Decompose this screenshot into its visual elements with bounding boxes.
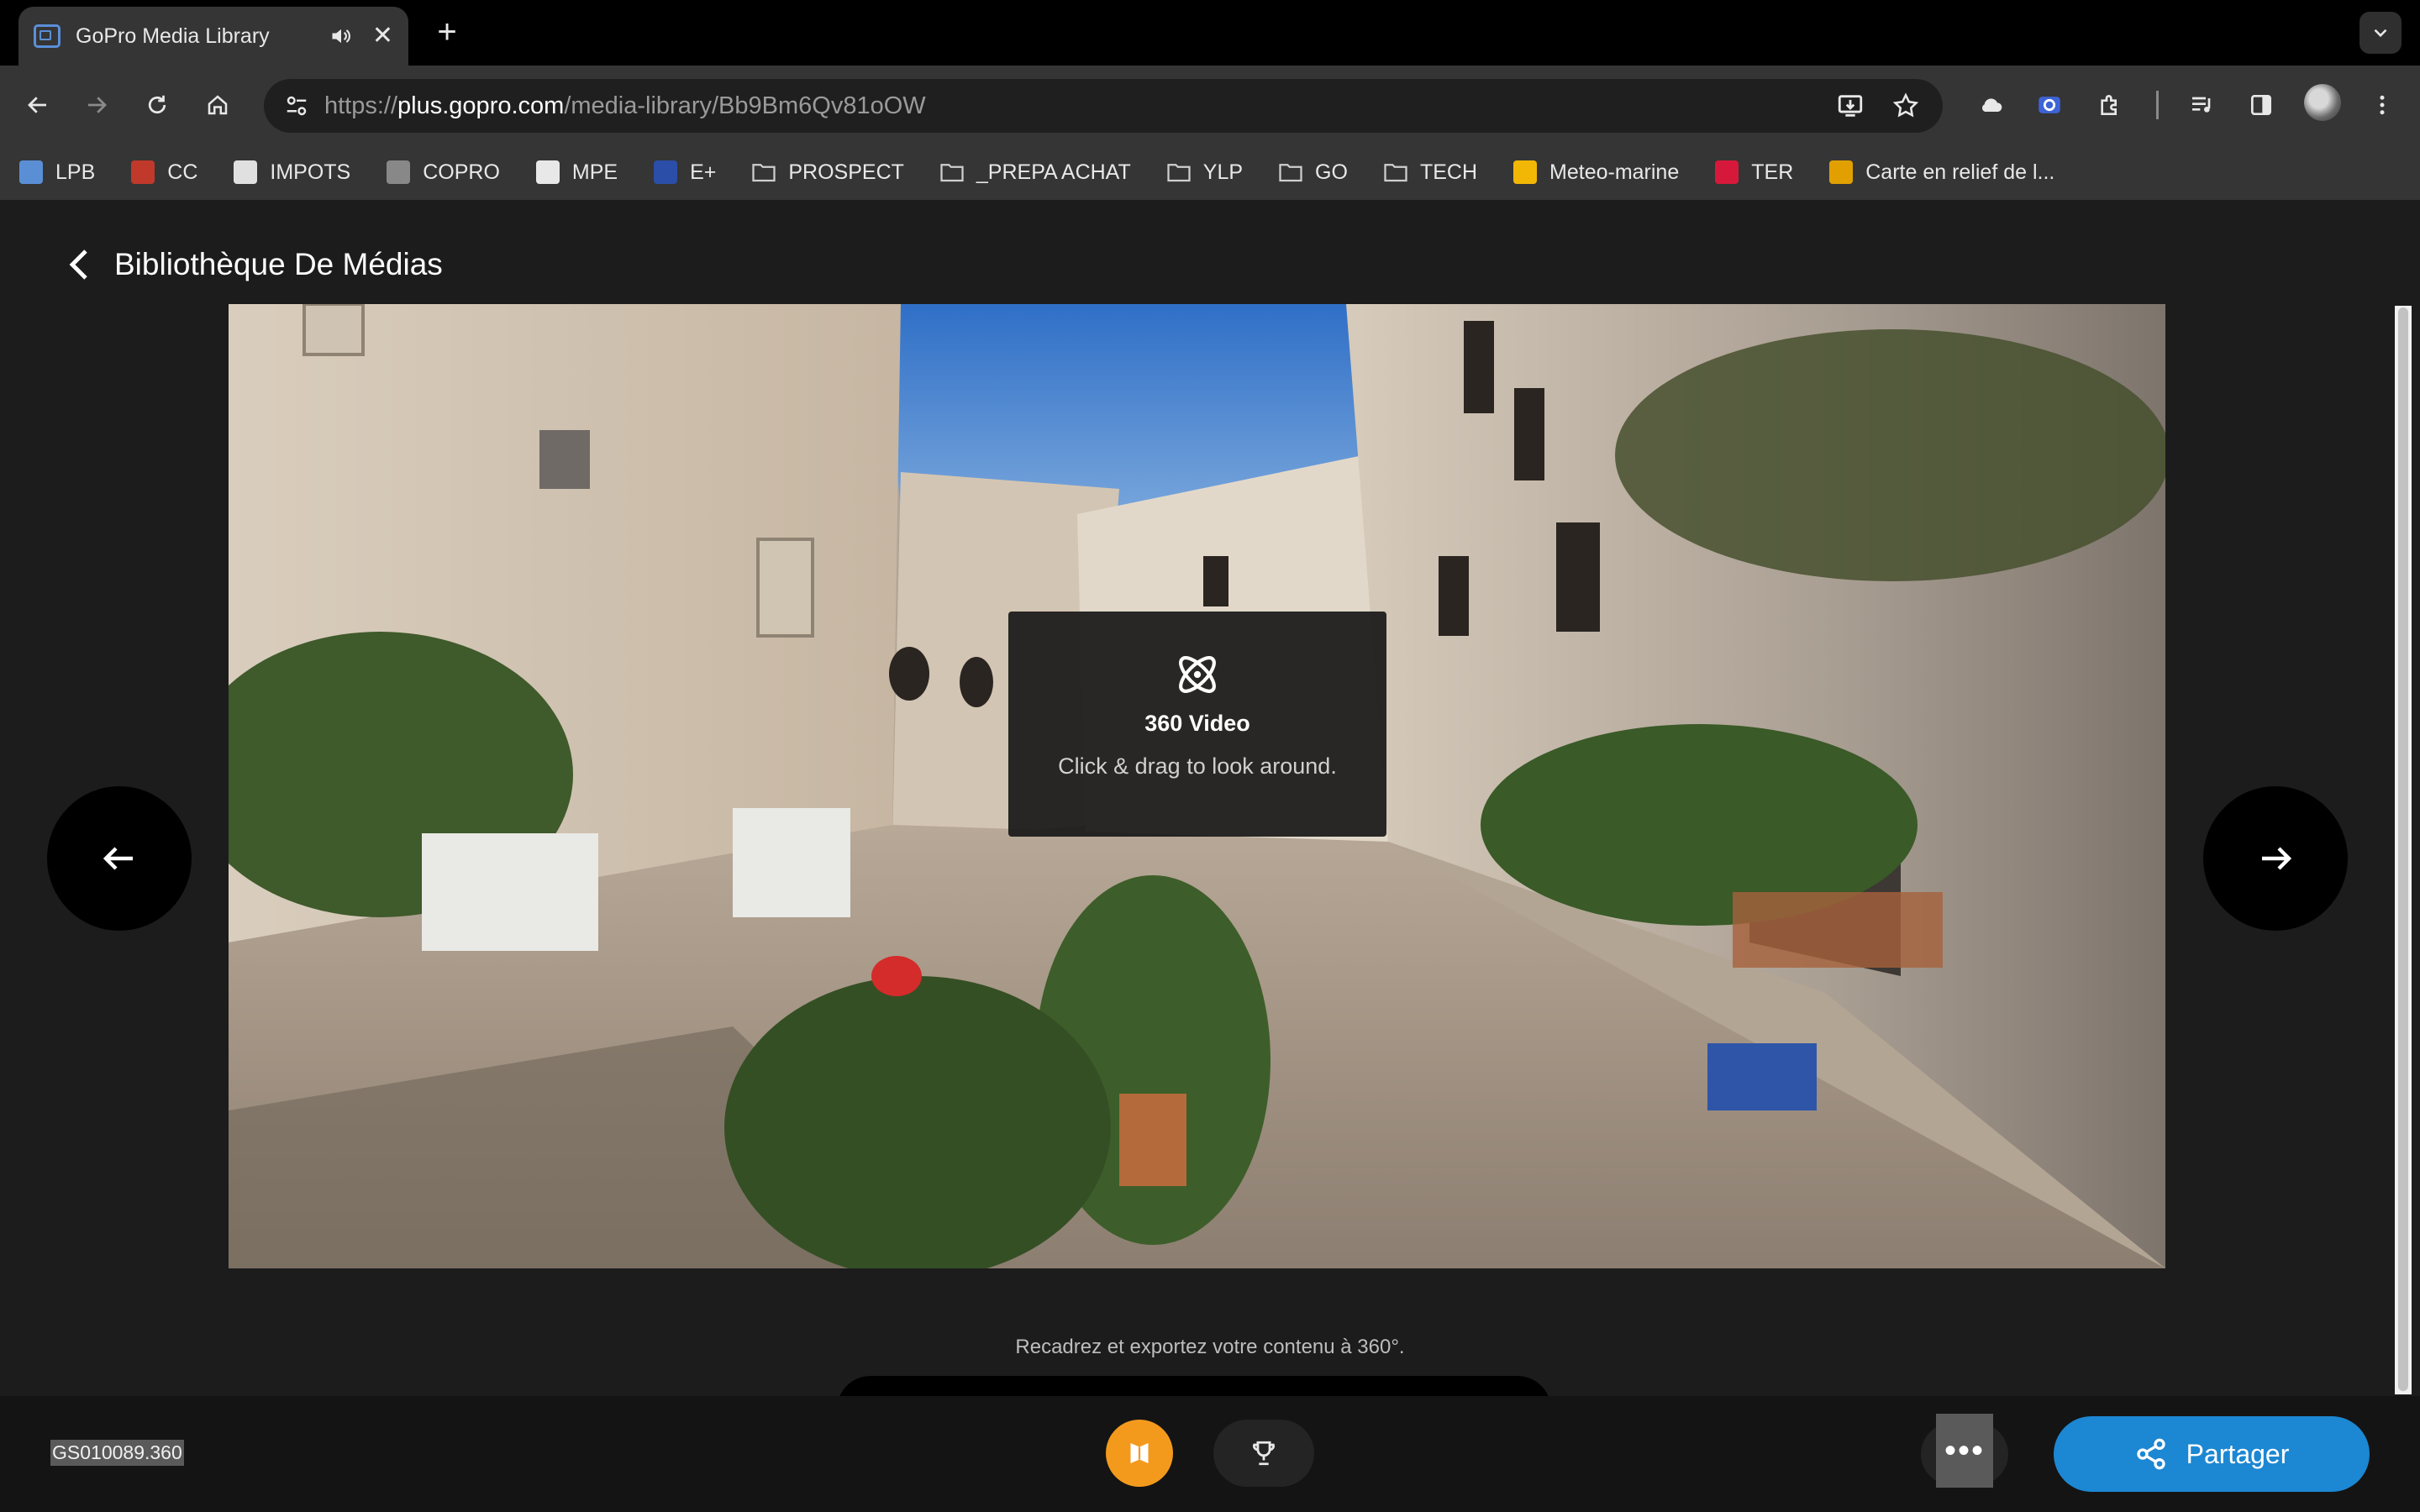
toolbar-separator — [2156, 91, 2159, 119]
media-action-bar: GS010089.360 ••• Partager — [0, 1396, 2420, 1512]
trophy-icon — [1253, 1441, 1275, 1466]
highlight-button[interactable] — [1106, 1420, 1173, 1487]
back-arrow-icon[interactable] — [17, 84, 59, 126]
bookmark-e[interactable]: E+ — [653, 160, 716, 185]
close-icon[interactable]: ✕ — [372, 24, 393, 49]
bookmark-label: GO — [1315, 160, 1348, 184]
bookmark-label: E+ — [690, 160, 717, 184]
bookmark-label: MPE — [571, 160, 618, 184]
bookmark-label: YLP — [1202, 160, 1244, 184]
more-options-button[interactable]: ••• — [1921, 1414, 2008, 1488]
media-control-icon[interactable] — [2181, 84, 2223, 126]
fnac-icon — [1828, 160, 1854, 184]
page-scrollbar[interactable] — [2395, 306, 2412, 1394]
extensions-puzzle-icon[interactable] — [2089, 84, 2131, 126]
browser-menu-kebab-icon[interactable] — [2361, 84, 2403, 126]
forward-arrow-icon[interactable] — [76, 84, 118, 126]
bookmark-label: Carte en relief de l... — [1865, 160, 2055, 184]
bookmark-carte-en-relief-de-l[interactable]: Carte en relief de l... — [1828, 160, 2054, 185]
bookmark-label: LPB — [55, 160, 96, 184]
bookmark-label: IMPOTS — [270, 160, 351, 184]
bookmark-label: CC — [167, 160, 198, 184]
side-panel-icon[interactable] — [2240, 84, 2282, 126]
sncf-icon — [1714, 160, 1739, 184]
bookmark-go[interactable]: GO — [1278, 160, 1348, 185]
bookmark-lpb[interactable]: LPB — [18, 160, 95, 185]
bookmark-cc[interactable]: CC — [130, 160, 197, 185]
share-button-label: Partager — [2186, 1438, 2290, 1469]
site-settings-icon[interactable] — [284, 93, 309, 123]
eu-icon — [653, 160, 678, 184]
screen-capture-extension-icon[interactable] — [2028, 84, 2070, 126]
impots-icon — [233, 160, 258, 184]
lpb-icon — [18, 160, 44, 184]
meteo-icon — [1512, 160, 1538, 184]
interaction-hint-card: 360 Video Click & drag to look around. — [1008, 612, 1386, 837]
bookmark-ylp[interactable]: YLP — [1166, 160, 1243, 185]
bookmark-meteo-marine[interactable]: Meteo-marine — [1512, 160, 1679, 185]
share-icon — [2136, 1438, 2165, 1470]
video-360-viewer[interactable]: 360 Video Click & drag to look around. — [229, 304, 2165, 1268]
folder-icon — [1278, 160, 1303, 184]
bookmark-impots[interactable]: IMPOTS — [233, 160, 350, 185]
overlay-subtitle: Click & drag to look around. — [1058, 753, 1337, 779]
previous-media-button[interactable] — [47, 786, 192, 931]
gopro-favicon-icon — [34, 24, 60, 48]
browser-tab[interactable]: GoPro Media Library ✕ — [18, 7, 408, 66]
profile-avatar[interactable] — [2304, 84, 2341, 121]
bookmark-star-icon[interactable] — [1891, 91, 1921, 121]
bookmark-label: Meteo-marine — [1549, 160, 1680, 184]
folder-icon — [1166, 160, 1192, 184]
folder-icon — [1383, 160, 1408, 184]
media-viewer-page: Bibliothèque De Médias 360 Video Click &… — [0, 200, 2420, 1512]
chevron-down-icon[interactable] — [2360, 12, 2402, 54]
bookmark-label: COPRO — [423, 160, 500, 184]
home-icon[interactable] — [197, 84, 239, 126]
awards-button[interactable] — [1213, 1420, 1314, 1487]
bookmark-copro[interactable]: COPRO — [386, 160, 500, 185]
reload-icon[interactable] — [136, 84, 178, 126]
reframe-hint-text: Recadrez et exportez votre contenu à 360… — [1015, 1336, 1405, 1358]
bookmark-prospect[interactable]: PROSPECT — [751, 160, 904, 185]
speaker-icon[interactable] — [329, 24, 354, 49]
folder-icon — [751, 160, 776, 184]
url-text: https://plus.gopro.com/media-library/Bb9… — [324, 92, 926, 119]
file-name: GS010089.360 — [50, 1440, 184, 1466]
bookmark-label: TER — [1751, 160, 1794, 184]
tab-title: GoPro Media Library — [76, 24, 270, 48]
back-link-label: Bibliothèque De Médias — [114, 247, 443, 281]
next-media-button[interactable] — [2203, 786, 2348, 931]
arrow-left-icon — [103, 847, 133, 870]
cloud-extension-icon[interactable] — [1970, 84, 2012, 126]
chevron-left-icon — [67, 248, 92, 281]
install-app-icon[interactable] — [1835, 91, 1865, 121]
bookmark-mpe[interactable]: MPE — [535, 160, 618, 185]
more-options-label: ••• — [1936, 1414, 1993, 1488]
new-tab-button[interactable]: + — [430, 15, 464, 49]
copro-icon — [386, 160, 411, 184]
back-to-library-link[interactable]: Bibliothèque De Médias — [67, 247, 443, 282]
arrow-right-icon — [2262, 847, 2292, 870]
address-bar[interactable]: https://plus.gopro.com/media-library/Bb9… — [264, 79, 1943, 133]
bookmark-prepa-achat[interactable]: _PREPA ACHAT — [939, 160, 1131, 185]
bookmark-ter[interactable]: TER — [1714, 160, 1793, 185]
browser-tab-strip: GoPro Media Library ✕ + — [0, 0, 2420, 66]
bookmark-label: TECH — [1419, 160, 1478, 184]
folder-icon — [939, 160, 965, 184]
bookmark-label: PROSPECT — [788, 160, 904, 184]
share-button[interactable]: Partager — [2054, 1416, 2370, 1492]
mpe-icon — [535, 160, 560, 184]
bookmark-highlight-icon — [1130, 1443, 1149, 1463]
bookmark-label: _PREPA ACHAT — [976, 160, 1131, 184]
cc-icon — [130, 160, 155, 184]
360-orbit-icon — [1171, 648, 1223, 701]
overlay-title: 360 Video — [1144, 711, 1250, 736]
bookmarks-bar: LPB CC IMPOTS COPRO MPE E+ PROSPECT _PREPA ACHA… — [0, 144, 2420, 200]
bookmark-tech[interactable]: TECH — [1383, 160, 1477, 185]
browser-toolbar: https://plus.gopro.com/media-library/Bb9… — [0, 66, 2420, 144]
